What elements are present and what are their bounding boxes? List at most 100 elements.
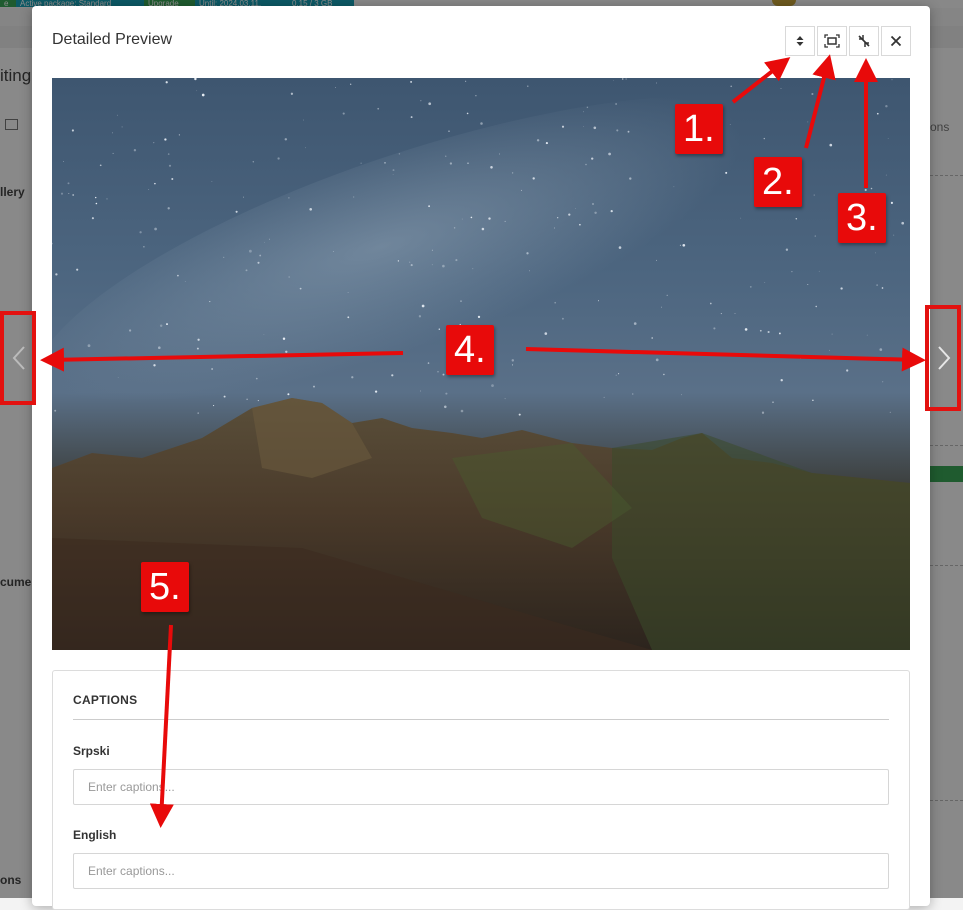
star <box>579 223 581 226</box>
star <box>442 264 445 268</box>
star <box>164 138 167 141</box>
compress-button[interactable] <box>849 26 879 56</box>
star <box>177 274 179 277</box>
star <box>592 203 594 205</box>
star <box>608 152 611 156</box>
star <box>472 268 474 270</box>
star <box>532 177 535 180</box>
star <box>498 153 500 155</box>
star <box>257 261 260 264</box>
star <box>764 281 766 283</box>
star <box>421 304 425 308</box>
star <box>682 243 686 247</box>
star <box>437 370 439 373</box>
star <box>526 252 529 255</box>
star <box>269 238 270 240</box>
star <box>168 164 172 167</box>
star <box>351 376 354 379</box>
previous-image-button[interactable] <box>0 311 36 405</box>
star <box>749 286 752 288</box>
star <box>184 280 186 282</box>
star <box>391 374 394 377</box>
star <box>466 112 469 115</box>
star <box>480 122 483 125</box>
star <box>467 162 469 164</box>
star <box>613 80 614 81</box>
star <box>591 157 594 160</box>
star <box>901 221 905 225</box>
star <box>511 359 515 362</box>
star <box>95 196 97 199</box>
star <box>143 246 145 248</box>
star <box>313 385 315 388</box>
close-button[interactable] <box>881 26 911 56</box>
star <box>211 181 213 182</box>
star <box>449 162 453 165</box>
star <box>829 143 833 147</box>
star <box>305 147 306 149</box>
star <box>763 137 765 140</box>
caption-label-english: English <box>73 828 117 842</box>
next-image-button[interactable] <box>925 305 961 411</box>
star <box>673 186 675 188</box>
star <box>197 338 200 341</box>
star <box>72 194 75 196</box>
star <box>603 396 605 398</box>
star <box>511 172 514 174</box>
annotation-label-5: 5. <box>141 562 189 612</box>
star <box>586 106 589 109</box>
caption-input-english[interactable] <box>73 853 889 889</box>
star <box>629 177 632 180</box>
star <box>460 300 462 302</box>
star <box>885 174 887 176</box>
star <box>815 305 817 308</box>
star <box>536 139 540 142</box>
star <box>133 149 137 152</box>
star <box>392 169 395 172</box>
star <box>442 373 445 376</box>
star <box>112 132 113 134</box>
star <box>887 137 889 139</box>
star <box>870 187 873 190</box>
star <box>384 162 386 164</box>
star <box>475 95 477 97</box>
star <box>709 302 712 305</box>
caption-input-srpski[interactable] <box>73 769 889 805</box>
star <box>881 287 884 289</box>
star <box>158 346 161 349</box>
fit-screen-button[interactable] <box>817 26 847 56</box>
star <box>799 357 802 359</box>
star <box>398 153 401 155</box>
star <box>302 119 304 121</box>
star <box>116 114 118 116</box>
star <box>410 116 413 119</box>
star <box>780 379 783 382</box>
star <box>744 328 748 331</box>
star <box>561 317 564 320</box>
star <box>377 107 380 110</box>
star <box>518 413 521 416</box>
star <box>583 111 584 113</box>
star <box>288 276 290 278</box>
star <box>477 315 481 319</box>
star <box>153 364 156 367</box>
star <box>285 350 288 353</box>
star <box>557 217 559 219</box>
star <box>263 334 265 335</box>
star <box>866 334 868 336</box>
star <box>71 129 74 132</box>
star <box>481 227 485 231</box>
star <box>866 78 868 80</box>
chevron-right-icon <box>938 346 951 370</box>
star <box>223 256 225 259</box>
star <box>679 244 681 246</box>
star <box>259 254 262 257</box>
star <box>729 124 731 125</box>
star <box>63 160 64 162</box>
star <box>785 248 789 251</box>
star <box>194 78 197 81</box>
star <box>725 171 728 174</box>
star <box>651 337 654 339</box>
star <box>632 393 634 395</box>
toggle-size-button[interactable] <box>785 26 815 56</box>
